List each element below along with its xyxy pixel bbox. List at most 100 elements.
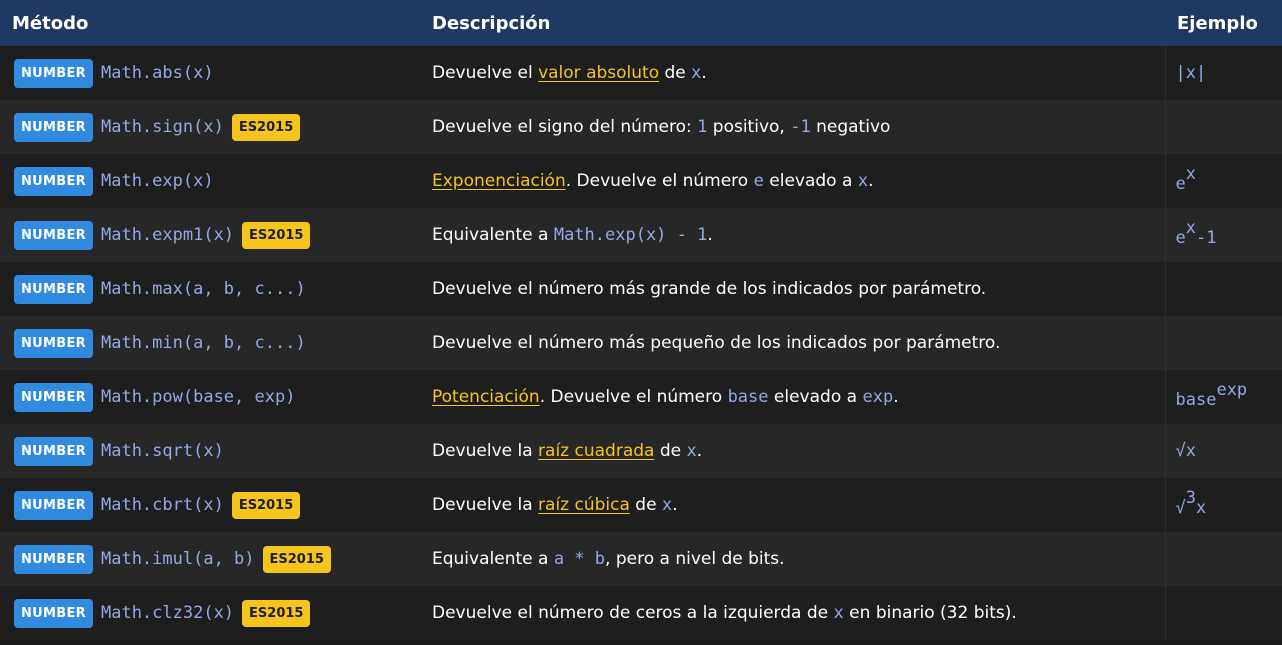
desc-link-valor-absoluto[interactable]: valor absoluto: [538, 63, 659, 83]
table-row: NUMBER Math.clz32(x) ES2015 Devuelve el nú…: [0, 586, 1282, 640]
desc-link-potenciacion[interactable]: Potenciación: [432, 387, 540, 407]
example-root: √: [1175, 498, 1186, 519]
desc-text: .: [893, 387, 899, 407]
description-cell: Devuelve el número de ceros a la izquier…: [420, 586, 1165, 640]
method-name: Math.clz32(x): [100, 603, 235, 623]
desc-text: elevado a: [768, 387, 863, 407]
description-cell: Equivalente a a * b, pero a nivel de bit…: [420, 532, 1165, 586]
es2015-badge: ES2015: [231, 491, 301, 519]
desc-link-raiz-cuadrada[interactable]: raíz cuadrada: [538, 441, 654, 461]
example-cell: [1164, 532, 1282, 586]
table-row: NUMBER Math.pow(base, exp) Potenciación. …: [0, 370, 1282, 424]
example-exponent: exp: [1216, 379, 1248, 400]
desc-code: Math.exp(x) - 1: [553, 225, 708, 245]
table-row: NUMBER Math.exp(x) Exponenciación. Devuel…: [0, 154, 1282, 208]
method-name: Math.abs(x): [100, 63, 214, 83]
example-value: √x: [1175, 441, 1196, 461]
number-badge: NUMBER: [14, 598, 93, 628]
es2015-badge: ES2015: [262, 545, 331, 573]
desc-code: a * b: [553, 549, 606, 569]
example-value: baseexp: [1175, 380, 1248, 411]
desc-text: positivo,: [707, 117, 791, 137]
desc-code: 1: [697, 117, 708, 137]
header-method: Método: [12, 12, 89, 34]
desc-code: x: [691, 63, 702, 83]
desc-text: .: [672, 495, 678, 515]
desc-link-raiz-cubica[interactable]: raíz cúbica: [538, 495, 630, 515]
method-name: Math.imul(a, b): [100, 549, 255, 569]
method-cell: NUMBER Math.cbrt(x) ES2015: [0, 478, 420, 532]
desc-code: x: [661, 495, 673, 515]
desc-text: .: [701, 63, 707, 83]
method-cell: NUMBER Math.sign(x) ES2015: [0, 100, 420, 154]
table-body: NUMBER Math.abs(x) Devuelve el valor abso…: [0, 46, 1282, 640]
table-row: NUMBER Math.min(a, b, c...) Devuelve el n…: [0, 316, 1282, 370]
method-cell: NUMBER Math.expm1(x) ES2015: [0, 208, 420, 262]
description-cell: Potenciación. Devuelve el número base el…: [420, 370, 1165, 424]
number-badge: NUMBER: [14, 328, 93, 358]
number-badge: NUMBER: [14, 490, 93, 520]
method-cell: NUMBER Math.imul(a, b) ES2015: [0, 532, 420, 586]
method-name: Math.cbrt(x): [100, 495, 224, 515]
description-cell: Exponenciación. Devuelve el número e ele…: [420, 154, 1165, 208]
method-name: Math.max(a, b, c...): [100, 279, 306, 299]
desc-link-exponenciacion[interactable]: Exponenciación: [432, 171, 566, 191]
es2015-badge: ES2015: [231, 113, 301, 141]
example-base: base: [1175, 390, 1217, 411]
desc-text: Equivalente a: [432, 549, 554, 569]
desc-text: .: [707, 225, 713, 245]
desc-code: -1: [790, 117, 811, 137]
desc-text: negativo: [810, 117, 891, 137]
desc-code: x: [686, 441, 697, 461]
desc-text: Devuelve el número más grande de los ind…: [432, 279, 987, 299]
desc-code: exp: [862, 387, 894, 407]
number-badge: NUMBER: [14, 220, 93, 250]
description-cell: Devuelve el valor absoluto de x.: [420, 46, 1165, 100]
method-cell: NUMBER Math.exp(x): [0, 154, 420, 208]
example-index: 3: [1185, 487, 1196, 508]
description-cell: Devuelve el signo del número: 1 positivo…: [420, 100, 1165, 154]
example-cell: [1164, 100, 1282, 154]
header-example: Ejemplo: [1177, 12, 1258, 34]
desc-text: Devuelve el signo del número:: [432, 117, 698, 137]
example-base: e: [1175, 228, 1186, 249]
table-row: NUMBER Math.expm1(x) ES2015 Equivalente a …: [0, 208, 1282, 262]
desc-code: base: [727, 387, 769, 407]
example-cell: [1164, 586, 1282, 640]
number-badge: NUMBER: [14, 382, 93, 412]
desc-text: . Devuelve el número: [565, 171, 754, 191]
table-row: NUMBER Math.sqrt(x) Devuelve la raíz cuad…: [0, 424, 1282, 478]
desc-text: de: [654, 441, 687, 461]
method-name: Math.min(a, b, c...): [100, 333, 306, 353]
table-row: NUMBER Math.max(a, b, c...) Devuelve el n…: [0, 262, 1282, 316]
example-cell: |x|: [1164, 46, 1282, 100]
number-badge: NUMBER: [14, 58, 93, 88]
example-value: |x|: [1175, 63, 1207, 83]
example-cell: baseexp: [1164, 370, 1282, 424]
number-badge: NUMBER: [14, 112, 93, 142]
method-name: Math.expm1(x): [100, 225, 235, 245]
method-cell: NUMBER Math.min(a, b, c...): [0, 316, 420, 370]
example-cell: [1164, 316, 1282, 370]
example-cell: [1164, 262, 1282, 316]
desc-text: Equivalente a: [432, 225, 554, 245]
method-cell: NUMBER Math.clz32(x) ES2015: [0, 586, 420, 640]
table-row: NUMBER Math.abs(x) Devuelve el valor abso…: [0, 46, 1282, 100]
example-cell: √3x: [1164, 478, 1282, 532]
method-name: Math.sign(x): [100, 117, 224, 137]
example-value: √3x: [1175, 488, 1207, 519]
number-badge: NUMBER: [14, 544, 93, 574]
desc-text: Devuelve el número más pequeño de los in…: [432, 333, 1001, 353]
desc-code: x: [857, 171, 869, 191]
example-value: ex: [1175, 164, 1197, 195]
example-base: e: [1175, 174, 1186, 195]
desc-text: Devuelve el: [432, 63, 539, 83]
header-description: Descripción: [432, 12, 551, 34]
method-name: Math.sqrt(x): [100, 441, 224, 461]
desc-text: elevado a: [763, 171, 858, 191]
method-cell: NUMBER Math.pow(base, exp): [0, 370, 420, 424]
example-exponent: x: [1185, 163, 1196, 184]
desc-code: e: [753, 171, 764, 191]
desc-text: de: [629, 495, 662, 515]
desc-text: en binario (32 bits).: [843, 603, 1017, 623]
